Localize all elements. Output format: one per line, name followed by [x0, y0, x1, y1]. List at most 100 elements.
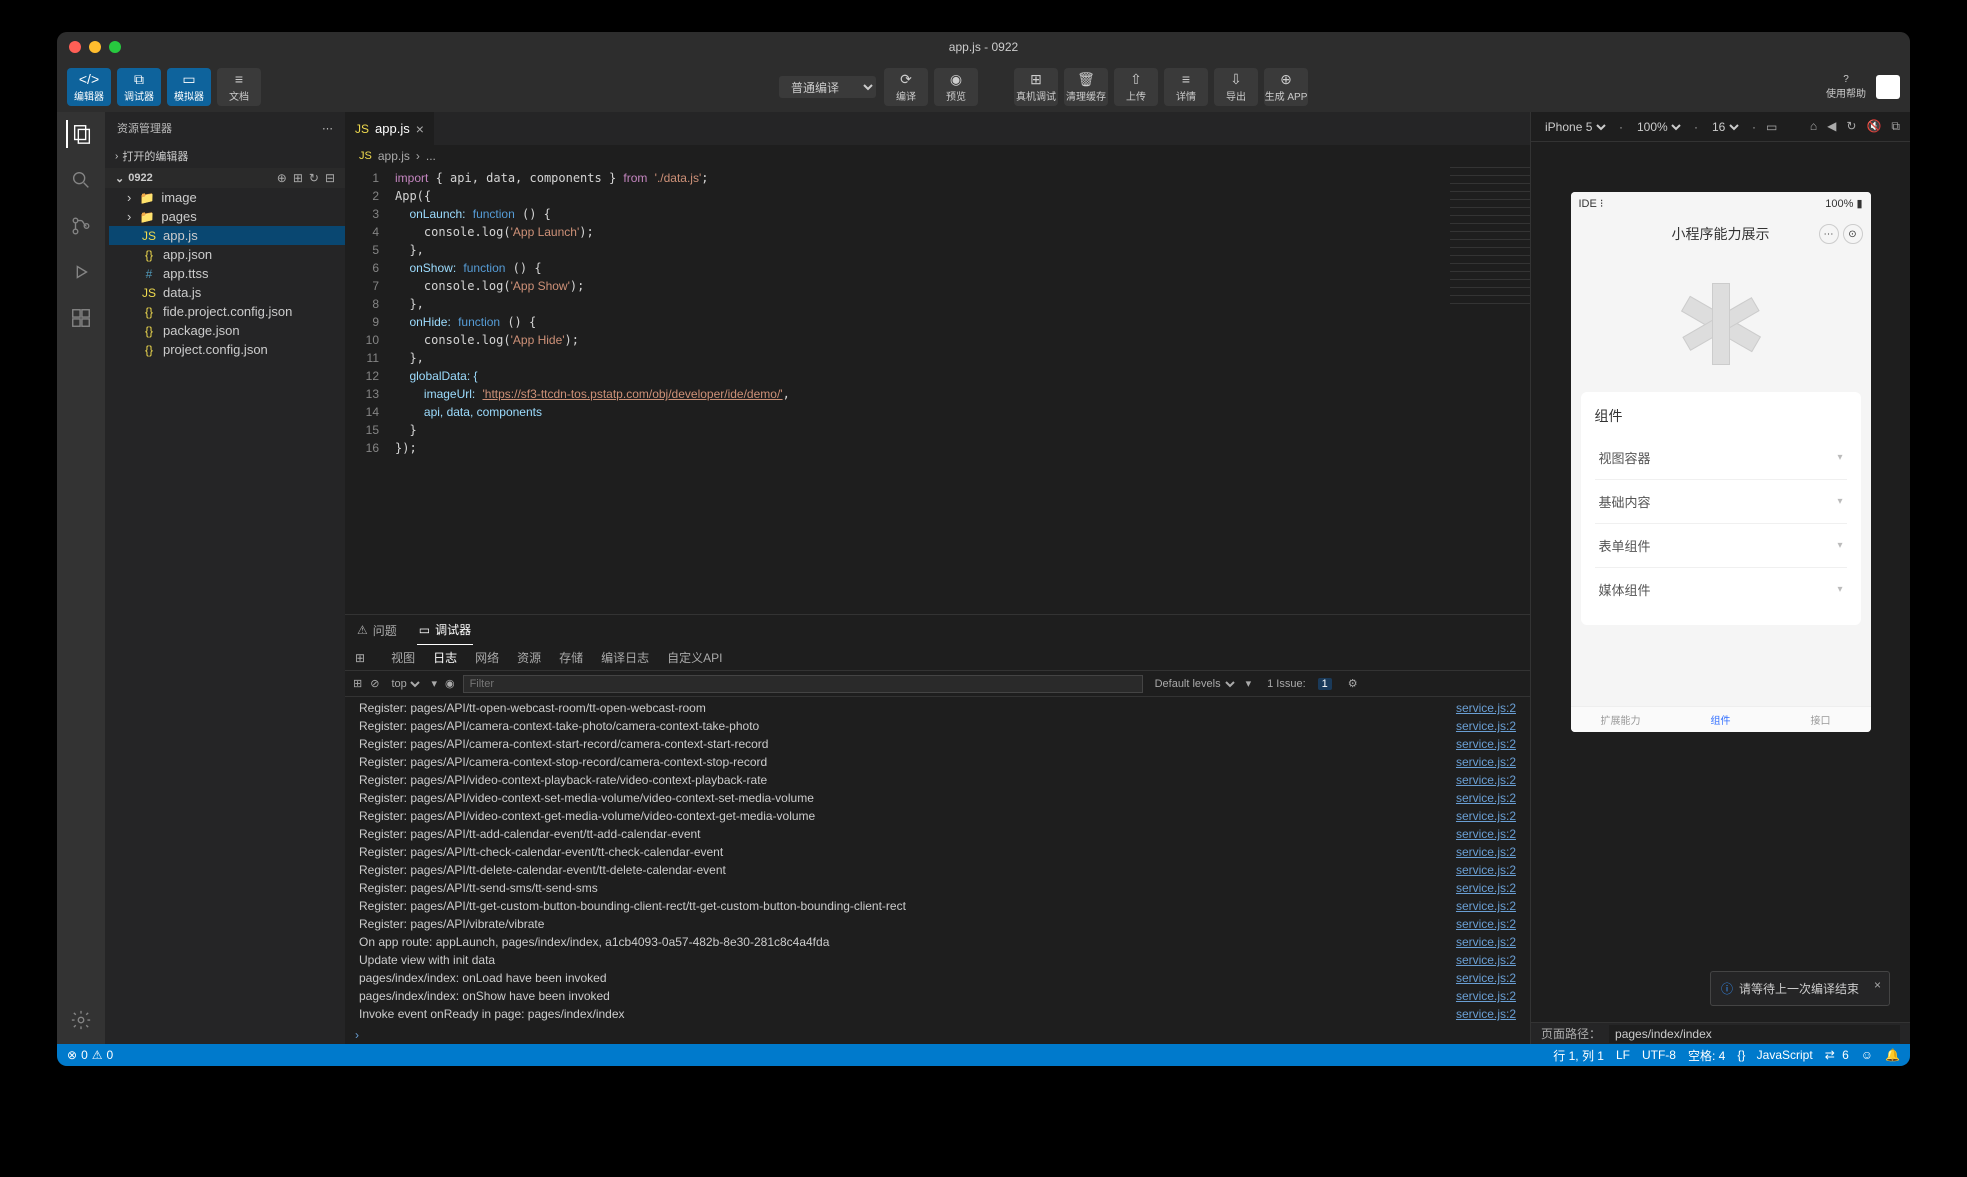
device-select[interactable]: iPhone 5 [1541, 119, 1609, 135]
export-button[interactable]: ⇩导出 [1214, 68, 1258, 106]
log-source-link[interactable]: service.js:2 [1456, 735, 1516, 753]
console-output[interactable]: Register: pages/API/tt-open-webcast-room… [345, 697, 1530, 1026]
code-content[interactable]: import { api, data, components } from '.… [395, 167, 1530, 614]
debugger-panel-tab[interactable]: ▭调试器 [417, 615, 473, 645]
clear-console-icon[interactable]: ⊘ [370, 677, 379, 690]
code-editor[interactable]: 12345678910111213141516 import { api, da… [345, 167, 1530, 614]
console-filter-input[interactable] [463, 675, 1143, 693]
status-language[interactable]: {} JavaScript [1737, 1048, 1812, 1062]
file-app-json[interactable]: {}app.json [109, 245, 345, 264]
maximize-window-icon[interactable] [109, 41, 121, 53]
component-item[interactable]: 基础内容▾ [1595, 479, 1847, 523]
phone-tab-1[interactable]: 组件 [1671, 707, 1771, 732]
build-app-button[interactable]: ⊕生成 APP [1264, 68, 1308, 106]
subtab-编译日志[interactable]: 编译日志 [601, 649, 649, 666]
font-size-select[interactable]: 16 [1708, 119, 1742, 135]
status-errors[interactable]: ⊗0⚠0 [67, 1048, 113, 1062]
subtab-存储[interactable]: 存储 [559, 649, 583, 666]
zoom-select[interactable]: 100% [1633, 119, 1684, 135]
more-icon[interactable]: ⋯ [322, 122, 333, 135]
status-feedback-icon[interactable]: ☺ [1861, 1048, 1873, 1062]
log-source-link[interactable]: service.js:2 [1456, 897, 1516, 915]
subtab-视图[interactable]: 视图 [391, 649, 415, 666]
status-cursor[interactable]: 行 1, 列 1 [1553, 1047, 1604, 1064]
log-source-link[interactable]: service.js:2 [1456, 933, 1516, 951]
log-source-link[interactable]: service.js:2 [1456, 915, 1516, 933]
home-icon[interactable]: ⌂ [1810, 119, 1817, 134]
settings-icon[interactable] [67, 1006, 95, 1034]
upload-button[interactable]: ⇧上传 [1114, 68, 1158, 106]
problems-tab[interactable]: ⚠问题 [355, 616, 399, 645]
simulator-tab-button[interactable]: ▭模拟器 [167, 68, 211, 106]
close-capsule-icon[interactable]: ⊙ [1843, 224, 1863, 244]
log-source-link[interactable]: service.js:2 [1456, 789, 1516, 807]
console-menu-icon[interactable]: ⊞ [353, 677, 362, 690]
phone-content[interactable]: 组件 视图容器▾基础内容▾表单组件▾媒体组件▾ [1571, 254, 1871, 706]
collapse-icon[interactable]: ⊟ [325, 171, 335, 185]
editor-tab-button[interactable]: </>编辑器 [67, 68, 111, 106]
close-toast-icon[interactable]: × [1874, 978, 1881, 992]
log-source-link[interactable]: service.js:2 [1456, 1005, 1516, 1023]
file-app-js[interactable]: JSapp.js [109, 226, 345, 245]
file-image[interactable]: ›📁image [109, 188, 345, 207]
workspace-root[interactable]: ⌄0922 ⊕ ⊞ ↻ ⊟ [105, 168, 345, 188]
status-indent[interactable]: 空格: 4 [1688, 1047, 1725, 1064]
log-source-link[interactable]: service.js:2 [1456, 699, 1516, 717]
new-file-icon[interactable]: ⊕ [277, 171, 287, 185]
open-editors-section[interactable]: ›打开的编辑器 [105, 144, 345, 168]
console-settings-icon[interactable]: ⚙ [1348, 677, 1358, 690]
explorer-icon[interactable] [66, 120, 94, 148]
close-window-icon[interactable] [69, 41, 81, 53]
user-avatar[interactable] [1876, 75, 1900, 99]
status-notifications-icon[interactable]: 🔔 [1885, 1048, 1900, 1062]
log-source-link[interactable]: service.js:2 [1456, 879, 1516, 897]
status-ports[interactable]: ⇄ 6 [1825, 1048, 1849, 1062]
log-levels-select[interactable]: Default levels [1151, 677, 1238, 691]
status-encoding[interactable]: UTF-8 [1642, 1048, 1676, 1062]
subtab-网络[interactable]: 网络 [475, 649, 499, 666]
issues-count[interactable]: 1 [1318, 678, 1332, 690]
menu-capsule-icon[interactable]: ⋯ [1819, 224, 1839, 244]
log-source-link[interactable]: service.js:2 [1456, 753, 1516, 771]
search-icon[interactable] [67, 166, 95, 194]
minimap[interactable] [1450, 167, 1530, 307]
log-source-link[interactable]: service.js:2 [1456, 969, 1516, 987]
debug-activity-icon[interactable] [67, 258, 95, 286]
phone-tab-2[interactable]: 接口 [1771, 707, 1871, 732]
extensions-icon[interactable] [67, 304, 95, 332]
live-expr-icon[interactable]: ◉ [445, 677, 455, 690]
subtab-日志[interactable]: 日志 [433, 649, 457, 666]
console-input[interactable]: › [345, 1026, 1530, 1044]
docs-tab-button[interactable]: ≡文档 [217, 68, 261, 106]
help-button[interactable]: ?使用帮助 [1826, 74, 1866, 100]
component-item[interactable]: 视图容器▾ [1595, 436, 1847, 479]
preview-button[interactable]: ◉预览 [934, 68, 978, 106]
refresh-explorer-icon[interactable]: ↻ [309, 171, 319, 185]
file-app-ttss[interactable]: #app.ttss [109, 264, 345, 283]
rotate-icon[interactable]: ▭ [1766, 120, 1777, 134]
source-control-icon[interactable] [67, 212, 95, 240]
component-item[interactable]: 媒体组件▾ [1595, 567, 1847, 611]
debugger-tab-button[interactable]: ⧉调试器 [117, 68, 161, 106]
log-source-link[interactable]: service.js:2 [1456, 717, 1516, 735]
context-select[interactable]: top [387, 677, 423, 691]
subtab-自定义API[interactable]: 自定义API [667, 649, 722, 666]
popout-icon[interactable]: ⧉ [1891, 119, 1900, 134]
file-pages[interactable]: ›📁pages [109, 207, 345, 226]
refresh-sim-icon[interactable]: ↻ [1846, 119, 1856, 134]
details-button[interactable]: ≡详情 [1164, 68, 1208, 106]
compile-mode-select[interactable]: 普通编译 [779, 76, 876, 98]
log-source-link[interactable]: service.js:2 [1456, 825, 1516, 843]
clear-cache-button[interactable]: 🗑清理缓存 [1064, 68, 1108, 106]
log-source-link[interactable]: service.js:2 [1456, 951, 1516, 969]
new-folder-icon[interactable]: ⊞ [293, 171, 303, 185]
subtab-资源[interactable]: 资源 [517, 649, 541, 666]
log-source-link[interactable]: service.js:2 [1456, 771, 1516, 789]
remote-debug-button[interactable]: ⊞真机调试 [1014, 68, 1058, 106]
phone-tab-0[interactable]: 扩展能力 [1571, 707, 1671, 732]
breadcrumb[interactable]: JS app.js › ... [345, 145, 1530, 167]
status-eol[interactable]: LF [1616, 1048, 1630, 1062]
elements-icon[interactable]: ⊞ [355, 651, 365, 665]
log-source-link[interactable]: service.js:2 [1456, 843, 1516, 861]
file-project-config-json[interactable]: {}project.config.json [109, 340, 345, 359]
